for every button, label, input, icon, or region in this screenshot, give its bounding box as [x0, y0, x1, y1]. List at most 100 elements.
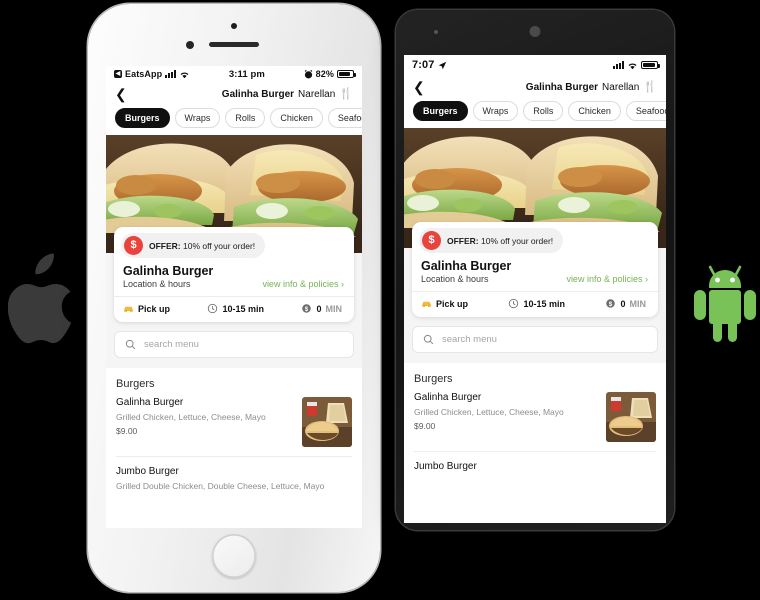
search-menu-input[interactable]: search menu — [114, 331, 354, 358]
category-pill-burgers[interactable]: Burgers — [413, 101, 468, 121]
signal-bars-icon — [165, 70, 177, 78]
nav-title: Galinha Burger Narellan 🍴 — [525, 80, 657, 93]
category-pill-burgers[interactable]: Burgers — [115, 108, 170, 128]
location-arrow-icon — [439, 61, 447, 69]
offer-dollar-icon: $ — [124, 236, 143, 255]
offer-dollar-icon: $ — [422, 231, 441, 250]
eta-meta: 10-15 min — [508, 298, 565, 309]
nav-title-rest: Narellan — [602, 81, 640, 93]
menu-item-galinha-burger[interactable]: Galinha Burger Grilled Chicken, Lettuce,… — [106, 397, 362, 447]
status-time: 7:07 — [412, 59, 435, 71]
category-pill-rolls[interactable]: Rolls — [523, 101, 564, 121]
offer-text: 10% off your order! — [478, 235, 554, 246]
wifi-icon — [180, 71, 189, 78]
cutlery-icon: 🍴 — [339, 87, 353, 100]
nav-title-strong: Galinha Burger — [221, 88, 295, 100]
menu-item-price: $9.00 — [116, 426, 138, 436]
minimum-meta: $ 0 MIN — [301, 303, 342, 314]
location-hours-label: Location & hours — [421, 274, 489, 284]
android-logo — [688, 252, 760, 344]
search-menu-input[interactable]: search menu — [412, 326, 658, 353]
android-menu-list: Burgers Galinha Burger Grilled Chicken, … — [404, 363, 666, 476]
iphone-home-button[interactable] — [212, 534, 256, 578]
menu-item-jumbo-burger[interactable]: Jumbo Burger — [404, 461, 666, 476]
cutlery-icon: 🍴 — [643, 80, 657, 93]
minimum-meta: $ 0 MIN — [605, 298, 646, 309]
ios-menu-list: Burgers Galinha Burger Grilled Chicken, … — [106, 368, 362, 495]
menu-item-desc: Grilled Chicken, Lettuce, Cheese, Mayo — [414, 407, 564, 417]
category-pill-wraps[interactable]: Wraps — [472, 101, 519, 121]
iphone-front-camera — [186, 41, 194, 49]
menu-section-title: Burgers — [414, 373, 453, 385]
fulfilment-meta-row: Pick up 10-15 min $ 0 MIN — [114, 296, 354, 320]
eta-meta: 10-15 min — [207, 303, 264, 314]
ios-status-bar: ◀ EatsApp 3:11 pm 82% — [106, 66, 362, 82]
offer-text: 10% off your order! — [180, 240, 256, 251]
menu-item-name: Galinha Burger — [414, 392, 482, 403]
clock-icon — [208, 303, 218, 314]
dollar-icon: $ — [302, 304, 312, 313]
eta-label: 10-15 min — [222, 303, 265, 314]
clock-icon — [509, 298, 519, 309]
location-hours-label: Location & hours — [123, 279, 191, 289]
menu-item-thumbnail — [606, 392, 656, 442]
nav-title-strong: Galinha Burger — [525, 81, 599, 93]
ios-search-section: search menu — [106, 322, 362, 368]
car-icon — [124, 306, 133, 312]
menu-item-jumbo-burger[interactable]: Jumbo Burger Grilled Double Chicken, Dou… — [106, 466, 362, 495]
minimum-value: 0 — [620, 298, 626, 309]
scene-root: ◀ EatsApp 3:11 pm 82% ❮ Galinha Burger N… — [0, 0, 760, 600]
menu-item-galinha-burger[interactable]: Galinha Burger Grilled Chicken, Lettuce,… — [404, 392, 666, 442]
signal-bars-icon — [613, 61, 624, 69]
iphone-device: ◀ EatsApp 3:11 pm 82% ❮ Galinha Burger N… — [88, 4, 380, 592]
menu-item-desc: Grilled Double Chicken, Double Cheese, L… — [116, 481, 325, 491]
view-info-policies-link[interactable]: view info & policies › — [262, 279, 344, 289]
category-pill-chicken[interactable]: Chicken — [270, 108, 323, 128]
menu-item-name: Jumbo Burger — [116, 466, 179, 477]
category-pill-wraps[interactable]: Wraps — [174, 108, 221, 128]
nav-title-rest: Narellan — [298, 88, 336, 100]
back-chevron-icon[interactable]: ❮ — [115, 87, 127, 101]
category-pill-seafood[interactable]: Seafood — [327, 108, 362, 128]
battery-percent: 82% — [315, 69, 334, 79]
search-placeholder: search menu — [144, 339, 199, 350]
menu-divider — [414, 451, 656, 452]
carrier-label: EatsApp — [125, 69, 163, 79]
iphone-proximity-sensor — [231, 23, 237, 29]
offer-badge[interactable]: $ OFFER: 10% off your order! — [419, 228, 564, 253]
restaurant-info-card: $ OFFER: 10% off your order! Galinha Bur… — [114, 227, 354, 322]
menu-divider — [116, 456, 352, 457]
search-icon — [125, 339, 136, 350]
android-content-sheet: $ OFFER: 10% off your order! Galinha Bur… — [404, 222, 666, 476]
dollar-icon: $ — [606, 299, 616, 308]
category-pill-chicken[interactable]: Chicken — [568, 101, 621, 121]
menu-item-desc: Grilled Chicken, Lettuce, Cheese, Mayo — [116, 412, 266, 422]
minimum-unit: MIN — [629, 298, 647, 309]
android-screen: 7:07 ❮ Galinha Burger Narellan 🍴 Burgers… — [404, 55, 666, 523]
category-pill-rolls[interactable]: Rolls — [225, 108, 266, 128]
alarm-icon — [304, 69, 312, 78]
chevron-right-icon: › — [645, 274, 648, 284]
restaurant-name: Galinha Burger — [123, 264, 214, 278]
menu-item-name: Jumbo Burger — [414, 461, 477, 472]
chevron-right-icon: › — [341, 279, 344, 289]
back-chevron-icon[interactable]: ❮ — [413, 80, 425, 94]
pickup-label: Pick up — [436, 298, 469, 309]
android-status-bar: 7:07 — [404, 55, 666, 75]
android-device: 7:07 ❮ Galinha Burger Narellan 🍴 Burgers… — [396, 10, 674, 530]
view-info-policies-link[interactable]: view info & policies › — [566, 274, 648, 284]
iphone-screen: ◀ EatsApp 3:11 pm 82% ❮ Galinha Burger N… — [106, 66, 362, 528]
offer-label: OFFER: — [149, 240, 181, 251]
menu-item-price: $9.00 — [414, 421, 436, 431]
search-placeholder: search menu — [442, 334, 497, 345]
wifi-icon — [628, 62, 637, 69]
pickup-meta: Pick up — [123, 303, 170, 314]
category-pill-seafood[interactable]: Seafood — [625, 101, 666, 121]
nav-title: Galinha Burger Narellan 🍴 — [221, 87, 353, 100]
offer-badge[interactable]: $ OFFER: 10% off your order! — [121, 233, 266, 258]
menu-item-name: Galinha Burger — [116, 397, 184, 408]
ios-category-pills: Burgers Wraps Rolls Chicken Seafood — [106, 105, 362, 135]
android-category-pills: Burgers Wraps Rolls Chicken Seafood — [404, 98, 666, 128]
menu-item-thumbnail — [302, 397, 352, 447]
restaurant-info-card: $ OFFER: 10% off your order! Galinha Bur… — [412, 222, 658, 317]
